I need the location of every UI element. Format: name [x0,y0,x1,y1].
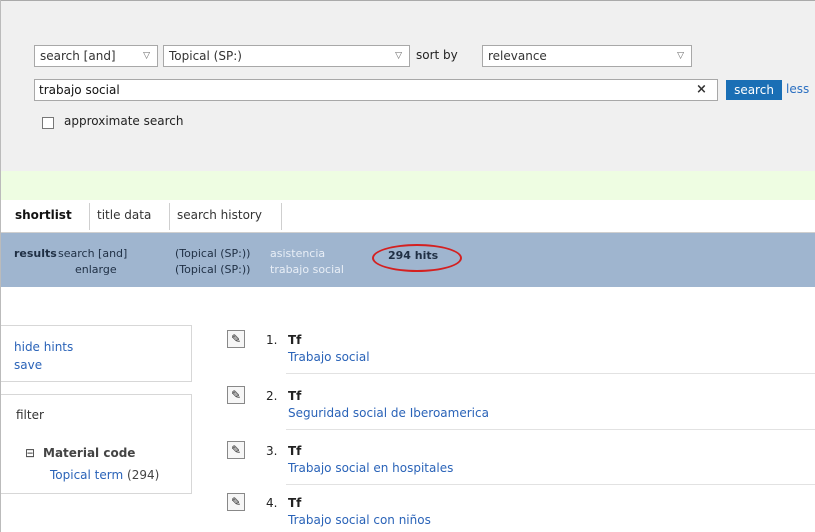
hit-count-highlight [372,244,462,272]
record-type-icon[interactable]: ✎ [227,493,245,511]
sort-select[interactable]: relevance ▽ [482,45,692,67]
result-type: Tf [288,389,302,403]
sort-select-value: relevance [488,49,547,63]
chevron-down-icon: ▽ [395,51,402,61]
record-type-icon[interactable]: ✎ [227,386,245,404]
clear-icon[interactable]: × [696,82,707,97]
index-select-value: Topical (SP:) [169,49,242,63]
row-divider [286,373,815,374]
result-number: 1. [266,333,278,347]
material-term-count: (294) [127,468,160,482]
record-type-icon[interactable]: ✎ [227,441,245,459]
query-term[interactable]: trabajo social [270,263,344,276]
row-divider [286,429,815,430]
result-title-link[interactable]: Seguridad social de Iberoamerica [288,406,489,420]
tab-divider [281,203,282,230]
search-input[interactable]: trabajo social [34,79,718,101]
row-divider [286,484,815,485]
approximate-search-label[interactable]: approximate search [64,114,183,128]
view-tabs: shortlist title data search history [1,200,815,233]
operator-select-value: search [and] [40,49,116,63]
results-label: results [14,247,57,260]
tab-divider [169,203,170,230]
result-title-link[interactable]: Trabajo social [288,350,370,364]
query-term[interactable]: asistencia [270,247,325,260]
result-type: Tf [288,333,302,347]
result-number: 2. [266,389,278,403]
query-operator[interactable]: enlarge [75,263,117,276]
result-title-link[interactable]: Trabajo social en hospitales [288,461,453,475]
material-term-label: Topical term [50,468,124,482]
chevron-down-icon: ▽ [677,51,684,61]
query-operator: search [and] [58,247,128,260]
material-term-filter[interactable]: Topical term (294) [50,468,159,482]
query-index: (Topical (SP:)) [175,263,251,276]
message-band [1,171,815,200]
tab-divider [89,203,90,230]
approximate-search-checkbox[interactable] [42,117,54,129]
record-type-icon[interactable]: ✎ [227,330,245,348]
tab-shortlist[interactable]: shortlist [11,200,76,233]
result-title-link[interactable]: Trabajo social con niños [288,513,431,527]
result-number: 4. [266,496,278,510]
save-link[interactable]: save [14,358,42,372]
tab-title-data[interactable]: title data [93,200,155,233]
operator-select[interactable]: search [and] ▽ [34,45,158,67]
sort-by-label: sort by [416,48,458,62]
index-select[interactable]: Topical (SP:) ▽ [163,45,410,67]
result-type: Tf [288,496,302,510]
tab-search-history[interactable]: search history [173,200,266,233]
search-button[interactable]: search [726,80,782,100]
result-number: 3. [266,444,278,458]
query-index: (Topical (SP:)) [175,247,251,260]
chevron-down-icon: ▽ [143,51,150,61]
hide-hints-link[interactable]: hide hints [14,340,73,354]
result-type: Tf [288,444,302,458]
collapse-icon[interactable]: ⊟ [25,446,35,460]
material-code-heading: Material code [43,446,136,460]
less-options-link[interactable]: less [786,82,809,96]
filter-heading: filter [16,408,44,422]
search-input-value: trabajo social [39,83,120,97]
